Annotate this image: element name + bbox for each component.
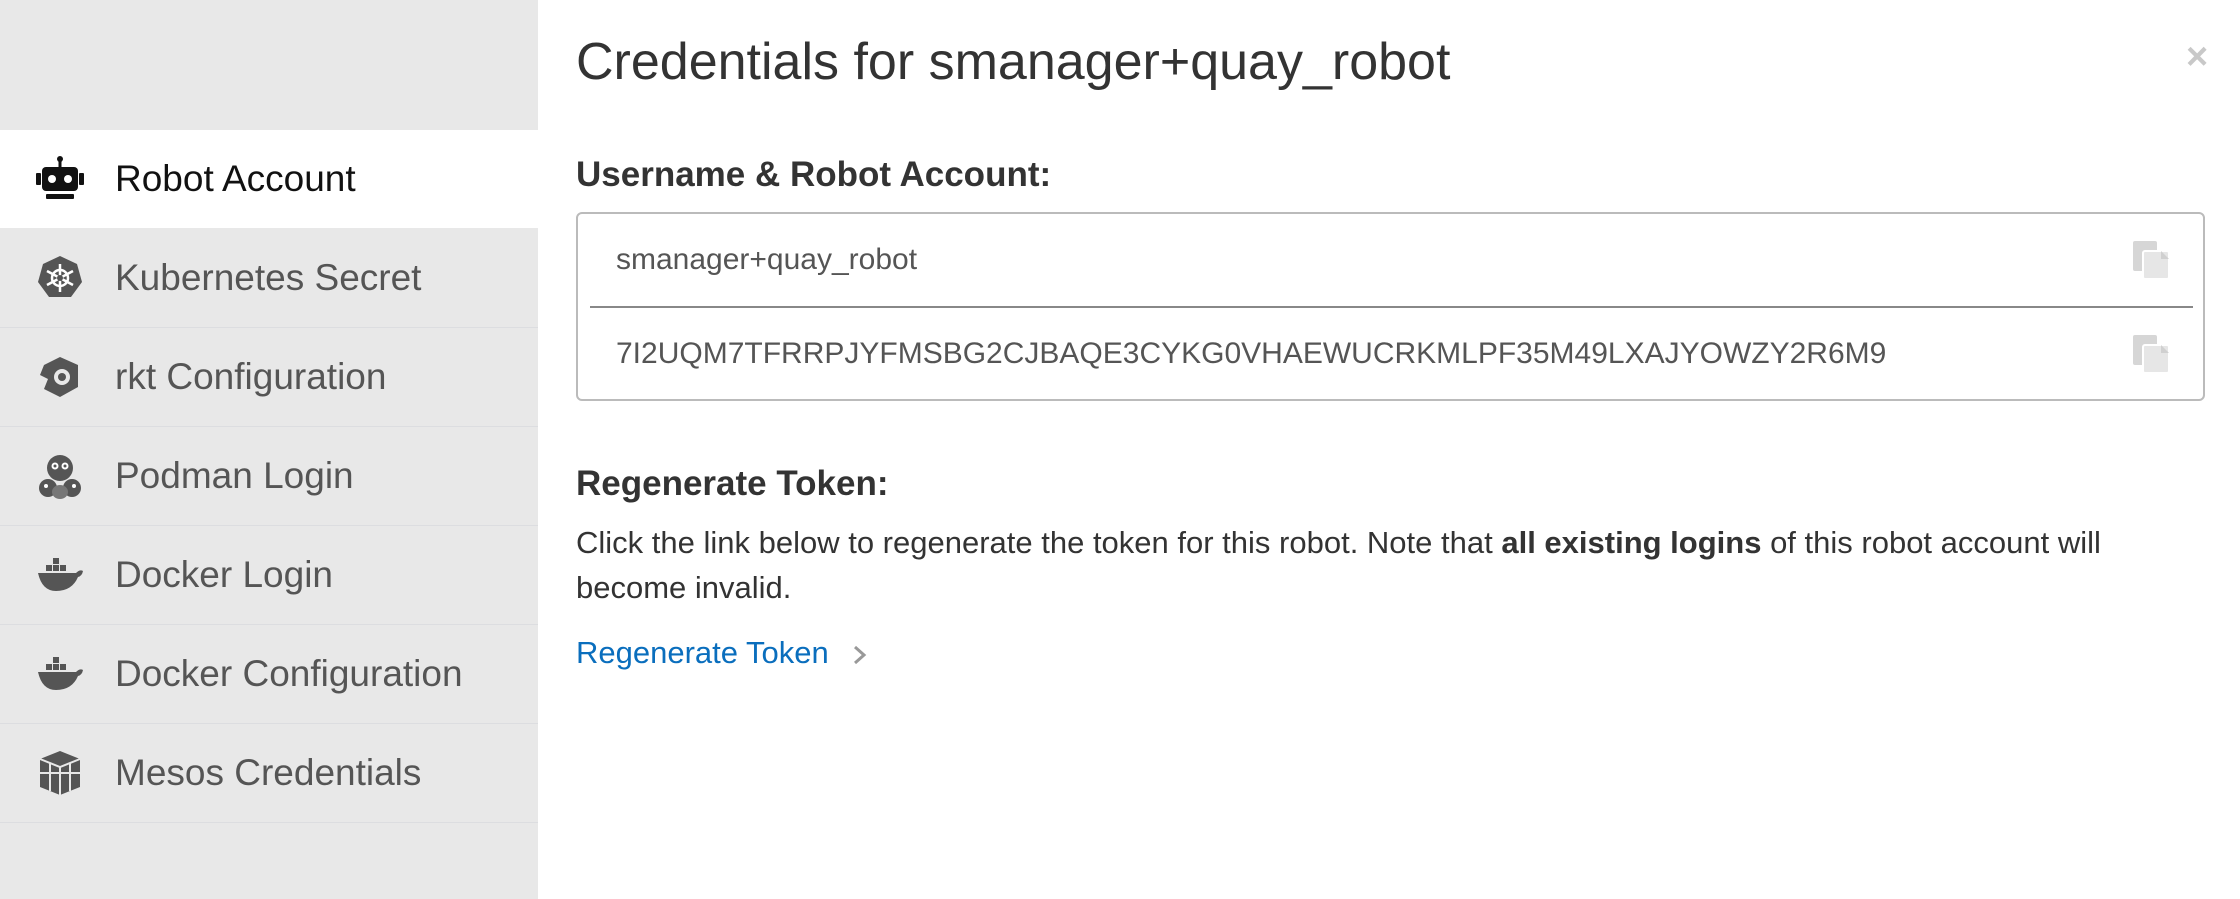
copy-icon[interactable]: [2131, 239, 2171, 281]
nav-item-rkt-configuration[interactable]: rkt Configuration: [0, 328, 538, 427]
credentials-panel: Credentials for smanager+quay_robot × Us…: [576, 0, 2208, 899]
nav-label-docker-login: Docker Login: [115, 554, 334, 595]
nav-label-docker-configuration: Docker Configuration: [115, 653, 463, 694]
regenerate-description: Click the link below to regenerate the t…: [576, 520, 2176, 610]
nav-label-rkt-configuration: rkt Configuration: [115, 356, 387, 397]
credentials-box: smanager+quay_robot 7I2UQM7TFRRPJYFMSBG2…: [576, 212, 2205, 401]
username-heading: Username & Robot Account:: [576, 155, 1052, 194]
nav-item-docker-login[interactable]: Docker Login: [0, 526, 538, 625]
nav-item-kubernetes-secret[interactable]: Kubernetes Secret: [0, 229, 538, 328]
copy-icon[interactable]: [2131, 333, 2171, 375]
username-value[interactable]: smanager+quay_robot: [616, 243, 917, 277]
description-text: Click the link below to regenerate the t…: [576, 525, 1502, 560]
nav-label-mesos-credentials: Mesos Credentials: [115, 752, 422, 793]
nav-label-podman-login: Podman Login: [115, 455, 354, 496]
credentials-nav: Robot Account Kubernetes Secret rkt Conf…: [0, 130, 538, 823]
dialog-title: Credentials for smanager+quay_robot: [576, 33, 1451, 91]
token-value[interactable]: 7I2UQM7TFRRPJYFMSBG2CJBAQE3CYKG0VHAEWUCR…: [616, 337, 1886, 371]
regenerate-heading: Regenerate Token:: [576, 464, 889, 503]
docker-icon: [36, 650, 84, 698]
nav-item-docker-configuration[interactable]: Docker Configuration: [0, 625, 538, 724]
chevron-right-icon: [854, 645, 867, 665]
nav-label-kubernetes-secret: Kubernetes Secret: [115, 257, 422, 298]
sidebar: Robot Account Kubernetes Secret rkt Conf…: [0, 0, 538, 899]
nav-label-robot-account: Robot Account: [115, 158, 356, 199]
description-emphasis: all existing logins: [1501, 525, 1762, 560]
nav-item-podman-login[interactable]: Podman Login: [0, 427, 538, 526]
close-button[interactable]: ×: [2186, 38, 2208, 76]
token-row: 7I2UQM7TFRRPJYFMSBG2CJBAQE3CYKG0VHAEWUCR…: [590, 308, 2193, 400]
rkt-icon: [36, 353, 84, 401]
podman-icon: [36, 452, 84, 500]
regenerate-token-link[interactable]: Regenerate Token: [576, 635, 829, 671]
kubernetes-icon: [36, 254, 84, 302]
mesos-icon: [36, 749, 84, 797]
nav-item-mesos-credentials[interactable]: Mesos Credentials: [0, 724, 538, 823]
docker-icon: [36, 551, 84, 599]
robot-icon: [36, 155, 84, 203]
username-row: smanager+quay_robot: [590, 214, 2193, 308]
nav-item-robot-account[interactable]: Robot Account: [0, 130, 538, 229]
